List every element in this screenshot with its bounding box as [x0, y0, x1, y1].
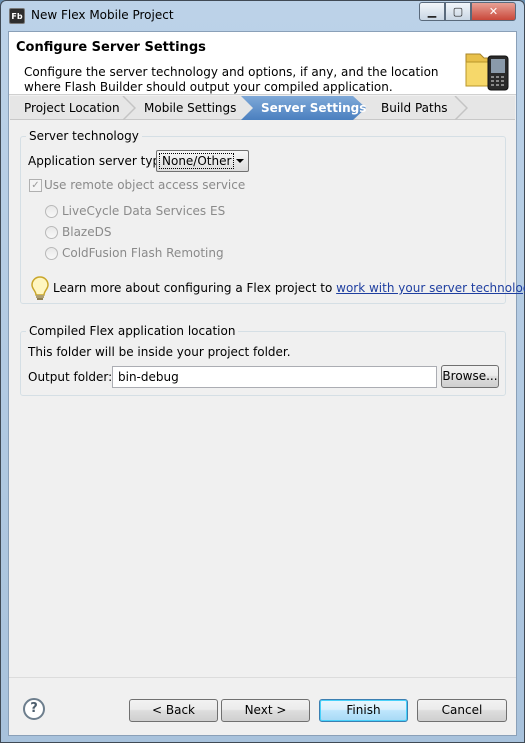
footer-divider	[9, 677, 516, 678]
livecycle-label: LiveCycle Data Services ES	[62, 204, 226, 218]
use-remote-object-label: Use remote object access service	[44, 178, 246, 192]
application-server-type-value: None/Other	[159, 153, 235, 169]
blazeds-radio[interactable]	[45, 226, 58, 239]
step-project-location[interactable]: Project Location	[10, 96, 120, 120]
page-description: Configure the server technology and opti…	[24, 65, 439, 94]
step-server-settings[interactable]: Server Settings	[247, 96, 366, 120]
next-button[interactable]: Next >	[221, 699, 310, 722]
blazeds-label: BlazeDS	[62, 225, 112, 239]
work-with-server-technology-link[interactable]: work with your server technology	[336, 281, 525, 295]
chevron-down-icon	[236, 159, 244, 163]
server-technology-group-label: Server technology	[26, 129, 142, 143]
title-bar[interactable]: Fb New Flex Mobile Project ▁ ▢ ✕	[1, 1, 524, 31]
close-button[interactable]: ✕	[471, 2, 516, 21]
output-folder-input[interactable]: bin-debug	[112, 366, 437, 388]
cancel-button[interactable]: Cancel	[417, 699, 507, 722]
server-technology-info-text: Learn more about configuring a Flex proj…	[53, 281, 337, 295]
output-folder-label: Output folder:	[28, 370, 113, 384]
back-button[interactable]: < Back	[129, 699, 218, 722]
compiled-location-group-label: Compiled Flex application location	[26, 324, 239, 338]
wizard-steps-breadcrumb: Project Location Mobile Settings Server …	[10, 96, 515, 120]
use-remote-object-checkbox[interactable]: ✓	[29, 179, 42, 192]
step-mobile-settings[interactable]: Mobile Settings	[130, 96, 236, 120]
server-technology-info: Learn more about configuring a Flex proj…	[53, 281, 525, 295]
application-server-type-dropdown[interactable]: None/Other	[156, 150, 249, 172]
minimize-button[interactable]: ▁	[419, 2, 445, 21]
step-build-paths[interactable]: Build Paths	[367, 96, 448, 120]
maximize-button[interactable]: ▢	[445, 2, 471, 21]
application-server-type-label: Application server type:	[28, 154, 172, 168]
window-title: New Flex Mobile Project	[31, 8, 174, 22]
flash-builder-app-icon: Fb	[9, 8, 25, 24]
chevron-right-icon	[454, 96, 468, 120]
livecycle-radio[interactable]	[45, 205, 58, 218]
coldfusion-radio[interactable]	[45, 247, 58, 260]
page-title: Configure Server Settings	[16, 40, 206, 55]
project-folder-note: This folder will be inside your project …	[28, 345, 291, 359]
dialog-client-area: Configure Server Settings Configure the …	[8, 31, 525, 736]
lightbulb-icon	[31, 276, 49, 300]
folder-mobile-device-icon	[465, 53, 509, 91]
dialog-window: Fb New Flex Mobile Project ▁ ▢ ✕ Configu…	[0, 0, 525, 743]
finish-button[interactable]: Finish	[319, 699, 408, 722]
help-icon[interactable]: ?	[23, 698, 45, 720]
browse-button[interactable]: Browse...	[441, 365, 499, 388]
wizard-header: Configure Server Settings Configure the …	[9, 32, 516, 95]
coldfusion-label: ColdFusion Flash Remoting	[62, 246, 224, 260]
